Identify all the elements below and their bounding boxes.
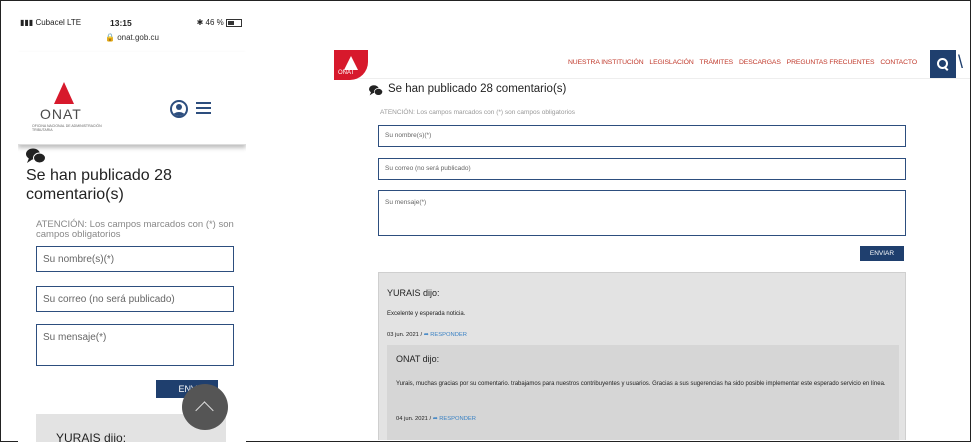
reply-date: 04 jun. 2021 / [396, 416, 432, 422]
reply-link[interactable]: RESPONDER [430, 332, 467, 338]
battery-indicator: ✱ 46 % [197, 18, 242, 27]
battery-icon [226, 18, 242, 27]
comment-author: YURAIS dijo: [56, 431, 127, 442]
logo-subtitle: OFICINA NACIONAL DE ADMINISTRACIÓN TRIBU… [32, 124, 102, 132]
comment-author: YURAIS dijo: [387, 288, 440, 298]
reply-link[interactable]: RESPONDER [439, 416, 476, 422]
comment-meta: 03 jun. 2021 / ➦ RESPONDER [387, 332, 467, 338]
hamburger-icon[interactable] [196, 102, 211, 115]
reply-author: ONAT dijo: [396, 354, 440, 364]
message-textarea[interactable]: Su mensaje(*) [378, 190, 906, 236]
comment-text: Excelente y esperada noticia. [387, 311, 466, 317]
clock: 13:15 [110, 18, 132, 28]
nav-item-legislacion[interactable]: LEGISLACIÓN [649, 59, 693, 66]
chat-bubbles-icon [26, 148, 46, 164]
logo-triangle [344, 56, 358, 70]
required-fields-notice: ATENCIÓN: Los campos marcados con (*) so… [380, 109, 575, 116]
status-bar: ▮▮▮ Cubacel LTE 13:15 ✱ 46 % [18, 18, 246, 32]
reply-arrow-icon[interactable]: ➦ [424, 332, 429, 338]
chat-bubbles-icon [369, 85, 383, 96]
carrier-label: ▮▮▮ Cubacel LTE [20, 18, 82, 27]
top-navigation: ONAT NUESTRA INSTITUCIÓN LEGISLACIÓN TRÁ… [334, 50, 970, 80]
reply-meta: 04 jun. 2021 / ➦ RESPONDER [396, 416, 476, 422]
comment-date: 03 jun. 2021 / [387, 332, 423, 338]
nav-item-descargas[interactable]: DESCARGAS [739, 59, 781, 66]
comment-card: YURAIS dijo: Excelente y esperada notici… [378, 272, 906, 440]
nav-item-contacto[interactable]: CONTACTO [880, 59, 917, 66]
name-input[interactable]: Su nombre(s)(*) [36, 246, 234, 272]
nav-item-tramites[interactable]: TRÁMITES [700, 59, 734, 66]
reply-arrow-icon[interactable]: ➦ [433, 416, 438, 422]
comments-count-title: Se han publicado 28 comentario(s) [388, 83, 567, 95]
required-fields-notice: ATENCIÓN: Los campos marcados con (*) so… [36, 219, 234, 240]
logo-triangle [54, 82, 74, 104]
email-input[interactable]: Su correo (no será publicado) [378, 158, 906, 180]
reply-text: Yurais, muchas gracias por su comentario… [396, 381, 886, 387]
submit-button[interactable]: ENVIAR [860, 246, 904, 261]
scroll-up-icon[interactable] [182, 384, 228, 430]
onat-logo[interactable]: ONAT OFICINA NACIONAL DE ADMINISTRACIÓN … [26, 82, 102, 142]
search-icon[interactable] [930, 50, 956, 78]
email-input[interactable]: Su correo (no será publicado) [36, 286, 234, 312]
address-bar[interactable]: 🔒 onat.gob.cu [18, 33, 246, 42]
nav-item-preguntas[interactable]: PREGUNTAS FRECUENTES [787, 59, 875, 66]
mobile-view: ▮▮▮ Cubacel LTE 13:15 ✱ 46 % 🔒 onat.gob.… [18, 6, 246, 442]
name-input[interactable]: Su nombre(s)(*) [378, 125, 906, 147]
comments-count-title: Se han publicado 28 comentario(s) [26, 167, 172, 203]
logo-word: ONAT [338, 70, 355, 76]
mobile-header: ONAT OFICINA NACIONAL DE ADMINISTRACIÓN … [18, 52, 246, 145]
divider-slash: \ [958, 52, 964, 72]
user-icon[interactable] [170, 100, 188, 118]
desktop-view: ONAT NUESTRA INSTITUCIÓN LEGISLACIÓN TRÁ… [334, 50, 970, 440]
reply-card: ONAT dijo: Yurais, muchas gracias por su… [387, 345, 899, 440]
logo-word: ONAT [40, 106, 82, 122]
nav-item-institucion[interactable]: NUESTRA INSTITUCIÓN [568, 59, 644, 66]
onat-logo[interactable]: ONAT [334, 50, 368, 80]
message-textarea[interactable]: Su mensaje(*) [36, 324, 234, 366]
main-menu: NUESTRA INSTITUCIÓN LEGISLACIÓN TRÁMITES… [568, 59, 921, 66]
